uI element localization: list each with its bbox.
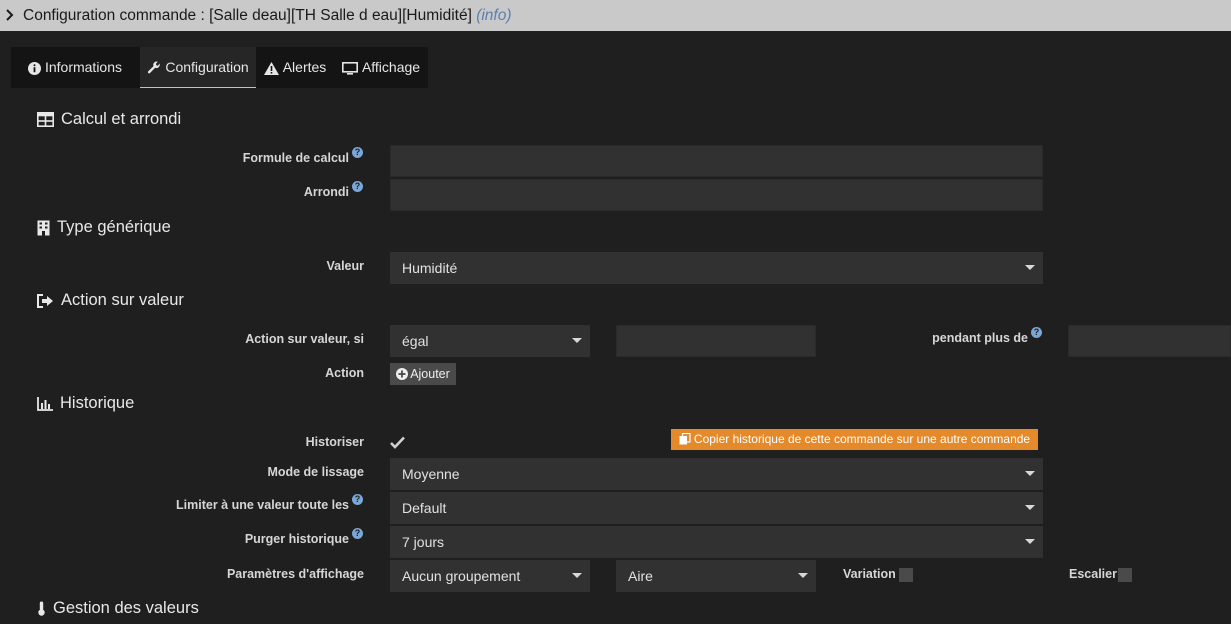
- tab-label: Configuration: [165, 59, 249, 75]
- label-text: Purger historique: [244, 532, 349, 546]
- section-gestion-des-valeurs: Gestion des valeurs: [37, 599, 199, 618]
- escalier-label: Escalier: [1069, 567, 1117, 581]
- formule-de-calcul-input[interactable]: [390, 145, 1043, 177]
- help-icon[interactable]: ?: [352, 147, 363, 158]
- caret-down-icon: [1025, 265, 1035, 270]
- pendant-input[interactable]: [1068, 325, 1231, 357]
- formule-de-calcul-label: Formule de calcul?: [242, 147, 363, 165]
- limiter-select[interactable]: Default: [390, 492, 1043, 524]
- tab-informations[interactable]: Informations: [11, 47, 139, 88]
- caret-down-icon: [1025, 471, 1035, 476]
- section-heading: Historique: [60, 394, 135, 412]
- historiser-checkbox[interactable]: [390, 436, 405, 449]
- label-text: Arrondi: [303, 185, 349, 199]
- escalier-checkbox[interactable]: [1118, 568, 1132, 582]
- graph-type-select[interactable]: Aire: [616, 560, 816, 592]
- chevron-right-icon[interactable]: [5, 9, 15, 21]
- label-text: Limiter à une valeur toute les: [176, 498, 349, 512]
- bar-chart-icon: [37, 396, 53, 411]
- arrondi-input[interactable]: [390, 179, 1043, 211]
- help-icon[interactable]: ?: [352, 494, 363, 505]
- select-value: Moyenne: [402, 466, 460, 482]
- tab-affichage[interactable]: Affichage: [337, 47, 425, 88]
- building-icon: [37, 220, 50, 236]
- caret-down-icon: [1025, 539, 1035, 544]
- caret-down-icon: [798, 573, 808, 578]
- variation-checkbox[interactable]: [899, 568, 913, 582]
- pendant-plus-de-label: pendant plus de?: [932, 327, 1042, 345]
- groupement-select[interactable]: Aucun groupement: [390, 560, 590, 592]
- add-action-button[interactable]: Ajouter: [390, 363, 456, 385]
- info-circle-icon: [27, 61, 41, 75]
- section-historique: Historique: [37, 394, 134, 413]
- section-action-sur-valeur: Action sur valeur: [37, 291, 184, 310]
- limiter-label: Limiter à une valeur toute les?: [176, 494, 363, 512]
- section-calcul-et-arrondi: Calcul et arrondi: [37, 110, 181, 129]
- section-type-generique: Type générique: [37, 218, 171, 237]
- parametres-affichage-label: Paramètres d'affichage: [226, 567, 364, 581]
- action-sur-valeur-si-label: Action sur valeur, si: [245, 332, 364, 346]
- select-value: Default: [402, 500, 447, 516]
- window-title-bar: Configuration commande : [Salle deau][TH…: [0, 0, 1231, 31]
- table-icon: [37, 112, 54, 128]
- section-heading: Type générique: [57, 218, 171, 236]
- tab-label: Informations: [44, 59, 123, 75]
- wrench-icon: [148, 61, 161, 74]
- thermometer-icon: [38, 601, 45, 616]
- tab-label: Affichage: [361, 59, 421, 75]
- compare-value-input[interactable]: [616, 325, 816, 357]
- select-value: Aucun groupement: [402, 568, 521, 584]
- help-icon[interactable]: ?: [352, 528, 363, 539]
- help-icon[interactable]: ?: [352, 181, 363, 192]
- monitor-icon: [341, 61, 358, 75]
- caret-down-icon: [572, 338, 582, 343]
- copy-history-button[interactable]: Copier historique de cette commande sur …: [671, 429, 1038, 450]
- select-value: Aire: [628, 568, 653, 584]
- purger-historique-select[interactable]: 7 jours: [390, 526, 1043, 558]
- caret-down-icon: [572, 573, 582, 578]
- mode-de-lissage-select[interactable]: Moyenne: [390, 458, 1043, 490]
- tab-configuration[interactable]: Configuration: [140, 47, 256, 88]
- select-value: Humidité: [402, 260, 458, 276]
- historiser-label: Historiser: [305, 435, 364, 449]
- window-title: Configuration commande : [Salle deau][TH…: [23, 7, 512, 25]
- label-text: Formule de calcul: [242, 151, 349, 165]
- label-text: pendant plus de: [932, 331, 1028, 345]
- tab-bar: Informations Configuration Alertes Affic…: [11, 47, 428, 88]
- section-heading: Calcul et arrondi: [61, 110, 182, 128]
- action-label: Action: [325, 366, 364, 380]
- section-heading: Action sur valeur: [61, 291, 184, 309]
- mode-de-lissage-label: Mode de lissage: [267, 465, 364, 479]
- button-label: Ajouter: [410, 367, 450, 381]
- help-icon[interactable]: ?: [1031, 327, 1042, 338]
- title-text: Configuration commande : [Salle deau][TH…: [23, 7, 472, 24]
- valeur-label: Valeur: [326, 259, 364, 273]
- type-generique-select[interactable]: Humidité: [390, 252, 1043, 284]
- arrondi-label: Arrondi?: [303, 181, 363, 199]
- select-value: égal: [402, 333, 429, 349]
- purger-historique-label: Purger historique?: [244, 528, 363, 546]
- button-label: Copier historique de cette commande sur …: [693, 432, 1031, 446]
- warning-icon: [263, 61, 279, 75]
- select-value: 7 jours: [402, 534, 445, 550]
- tab-alertes[interactable]: Alertes: [261, 47, 329, 88]
- copy-icon: [679, 432, 691, 445]
- tab-label: Alertes: [282, 59, 327, 75]
- caret-down-icon: [1025, 505, 1035, 510]
- operator-select[interactable]: égal: [390, 325, 590, 357]
- plus-circle-icon: [396, 368, 409, 380]
- title-type-info: (info): [476, 7, 512, 24]
- sign-out-icon: [37, 293, 53, 308]
- section-heading: Gestion des valeurs: [53, 599, 199, 617]
- variation-label: Variation: [843, 567, 896, 581]
